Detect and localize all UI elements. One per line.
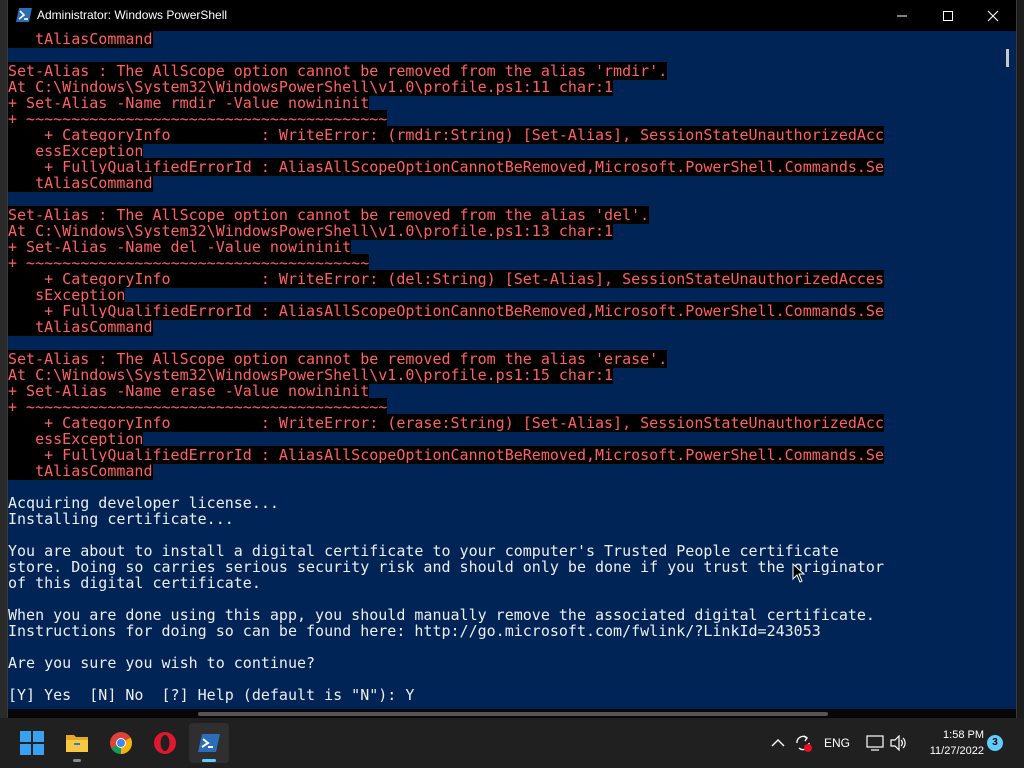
console-line: tAliasCommand <box>8 31 884 48</box>
chrome-icon <box>110 732 132 754</box>
active-indicator <box>202 759 216 762</box>
console-line: At C:\Windows\System32\WindowsPowerShell… <box>8 78 884 96</box>
console-line-text: + CategoryInfo : WriteError: (del:String… <box>8 270 884 288</box>
console-line: Set-Alias : The AllScope option cannot b… <box>8 350 884 368</box>
console-line: Instructions for doing so can be found h… <box>8 623 884 639</box>
console-line: + Set-Alias -Name rmdir -Value nowininit <box>8 94 884 112</box>
powershell-icon <box>198 734 220 752</box>
console-line-text: tAliasCommand <box>8 318 153 336</box>
maximize-icon <box>943 11 953 21</box>
console-line: When you are done using this app, you sh… <box>8 607 884 623</box>
title-bar[interactable]: Administrator: Windows PowerShell <box>8 0 1016 31</box>
window-title: Administrator: Windows PowerShell <box>37 8 228 22</box>
console-line: + CategoryInfo : WriteError: (del:String… <box>8 270 884 288</box>
console-line-text: tAliasCommand <box>8 462 153 480</box>
console-line: store. Doing so carries serious security… <box>8 559 884 575</box>
console-line: Are you sure you wish to continue? <box>8 655 884 671</box>
clock-date: 11/27/2022 <box>929 745 984 757</box>
taskbar-powershell[interactable] <box>189 723 229 763</box>
console-line: + FullyQualifiedErrorId : AliasAllScopeO… <box>8 158 884 176</box>
console-output[interactable]: tAliasCommand Set-Alias : The AllScope op… <box>8 31 1002 709</box>
console-line: [Y] Yes [N] No [?] Help (default is "N")… <box>8 687 884 703</box>
console-line-text: of this digital certificate. <box>8 574 261 592</box>
console-line-text: Are you sure you wish to continue? <box>8 654 316 672</box>
folder-icon <box>66 735 88 752</box>
taskbar-chrome[interactable] <box>101 723 141 763</box>
start-button[interactable] <box>12 723 52 763</box>
console-line: Acquiring developer license... <box>8 495 884 511</box>
close-button[interactable] <box>970 0 1016 31</box>
console-line: essException <box>8 430 884 448</box>
clock[interactable]: 1:58 PM 11/27/2022 <box>920 727 984 759</box>
console-line: tAliasCommand <box>8 462 884 480</box>
taskbar-file-explorer[interactable] <box>57 723 97 763</box>
console-line: You are about to install a digital certi… <box>8 543 884 559</box>
maximize-button[interactable] <box>925 0 971 31</box>
console-line-text: tAliasCommand <box>8 31 153 48</box>
volume-icon[interactable] <box>890 735 908 751</box>
chevron-up-icon[interactable] <box>771 738 785 748</box>
horizontal-scrollbar[interactable] <box>8 709 1016 718</box>
console-line: + ~~~~~~~~~~~~~~~~~~~~~~~~~~~~~~~~~~~~~~ <box>8 254 884 272</box>
console-line: Installing certificate... <box>8 511 884 527</box>
console-line-text: [Y] Yes [N] No [?] Help (default is "N")… <box>8 686 415 704</box>
vertical-scroll-thumb[interactable] <box>1006 49 1009 67</box>
taskbar-opera[interactable] <box>145 723 185 763</box>
powershell-window[interactable]: Administrator: Windows PowerShell tAlias… <box>8 0 1016 718</box>
console-line-text: tAliasCommand <box>8 174 153 192</box>
clock-time: 1:58 PM <box>943 729 984 741</box>
opera-icon <box>154 732 176 754</box>
network-icon[interactable] <box>866 735 884 751</box>
console-line: + Set-Alias -Name erase -Value nowininit <box>8 382 884 400</box>
console-line: + Set-Alias -Name del -Value nowininit <box>8 238 884 256</box>
vertical-scrollbar[interactable] <box>1002 31 1016 709</box>
mouse-cursor-icon <box>792 563 806 583</box>
windows-logo-icon <box>20 731 44 755</box>
console-line: Set-Alias : The AllScope option cannot b… <box>8 206 884 224</box>
console-line: + ~~~~~~~~~~~~~~~~~~~~~~~~~~~~~~~~~~~~~~… <box>8 110 884 128</box>
sync-icon[interactable] <box>793 734 813 752</box>
console-line-text: Instructions for doing so can be found h… <box>8 622 821 640</box>
console-line: essException <box>8 142 884 160</box>
language-indicator[interactable]: ENG <box>824 736 850 750</box>
minimize-button[interactable] <box>879 0 925 31</box>
minimize-icon <box>897 15 907 17</box>
console-line-text: Installing certificate... <box>8 510 234 528</box>
powershell-icon <box>16 8 32 22</box>
running-indicator <box>73 759 81 762</box>
horizontal-scroll-thumb[interactable] <box>198 712 828 716</box>
console-line: Set-Alias : The AllScope option cannot b… <box>8 62 884 80</box>
console-lines: tAliasCommand Set-Alias : The AllScope op… <box>8 31 884 703</box>
console-line: + FullyQualifiedErrorId : AliasAllScopeO… <box>8 446 884 464</box>
console-line: + FullyQualifiedErrorId : AliasAllScopeO… <box>8 302 884 320</box>
console-line: At C:\Windows\System32\WindowsPowerShell… <box>8 222 884 240</box>
taskbar: ENG 1:58 PM 11/27/2022 3 <box>0 718 1024 768</box>
desktop-edge <box>0 0 8 718</box>
close-icon <box>987 10 999 22</box>
console-line: tAliasCommand <box>8 174 884 192</box>
notification-badge[interactable]: 3 <box>987 735 1003 751</box>
console-line: At C:\Windows\System32\WindowsPowerShell… <box>8 366 884 384</box>
console-line: + CategoryInfo : WriteError: (rmdir:Stri… <box>8 126 884 144</box>
console-line: tAliasCommand <box>8 318 884 336</box>
console-line: of this digital certificate. <box>8 575 884 591</box>
console-line: + ~~~~~~~~~~~~~~~~~~~~~~~~~~~~~~~~~~~~~~… <box>8 398 884 416</box>
console-line: + CategoryInfo : WriteError: (erase:Stri… <box>8 414 884 432</box>
console-line: sException <box>8 286 884 304</box>
